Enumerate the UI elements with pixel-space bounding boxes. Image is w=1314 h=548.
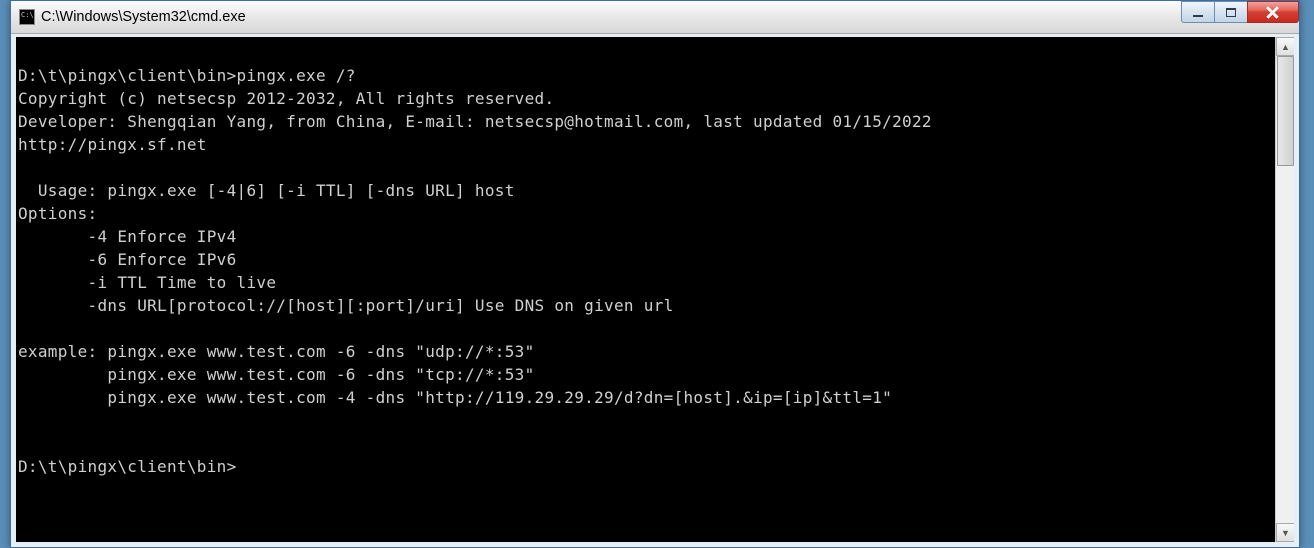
cmd-icon: [19, 9, 35, 25]
scroll-up-button[interactable]: ▲: [1276, 37, 1295, 56]
maximize-button[interactable]: [1214, 1, 1248, 23]
maximize-icon: [1226, 8, 1236, 17]
window-title: C:\Windows\System32\cmd.exe: [41, 9, 1299, 25]
client-area: D:\t\pingx\client\bin>pingx.exe /? Copyr…: [11, 34, 1299, 547]
vertical-scrollbar[interactable]: ▲ ▼: [1275, 37, 1294, 542]
titlebar[interactable]: C:\Windows\System32\cmd.exe: [11, 1, 1299, 34]
minimize-button[interactable]: [1181, 1, 1215, 23]
terminal-output[interactable]: D:\t\pingx\client\bin>pingx.exe /? Copyr…: [16, 37, 1275, 542]
scroll-down-button[interactable]: ▼: [1276, 523, 1295, 542]
close-icon: [1266, 5, 1280, 19]
minimize-icon: [1193, 14, 1203, 17]
scroll-thumb[interactable]: [1277, 56, 1294, 166]
close-button[interactable]: [1247, 1, 1299, 23]
cmd-window: C:\Windows\System32\cmd.exe D:\t\pingx\c…: [10, 0, 1300, 548]
window-controls: [1182, 1, 1299, 24]
